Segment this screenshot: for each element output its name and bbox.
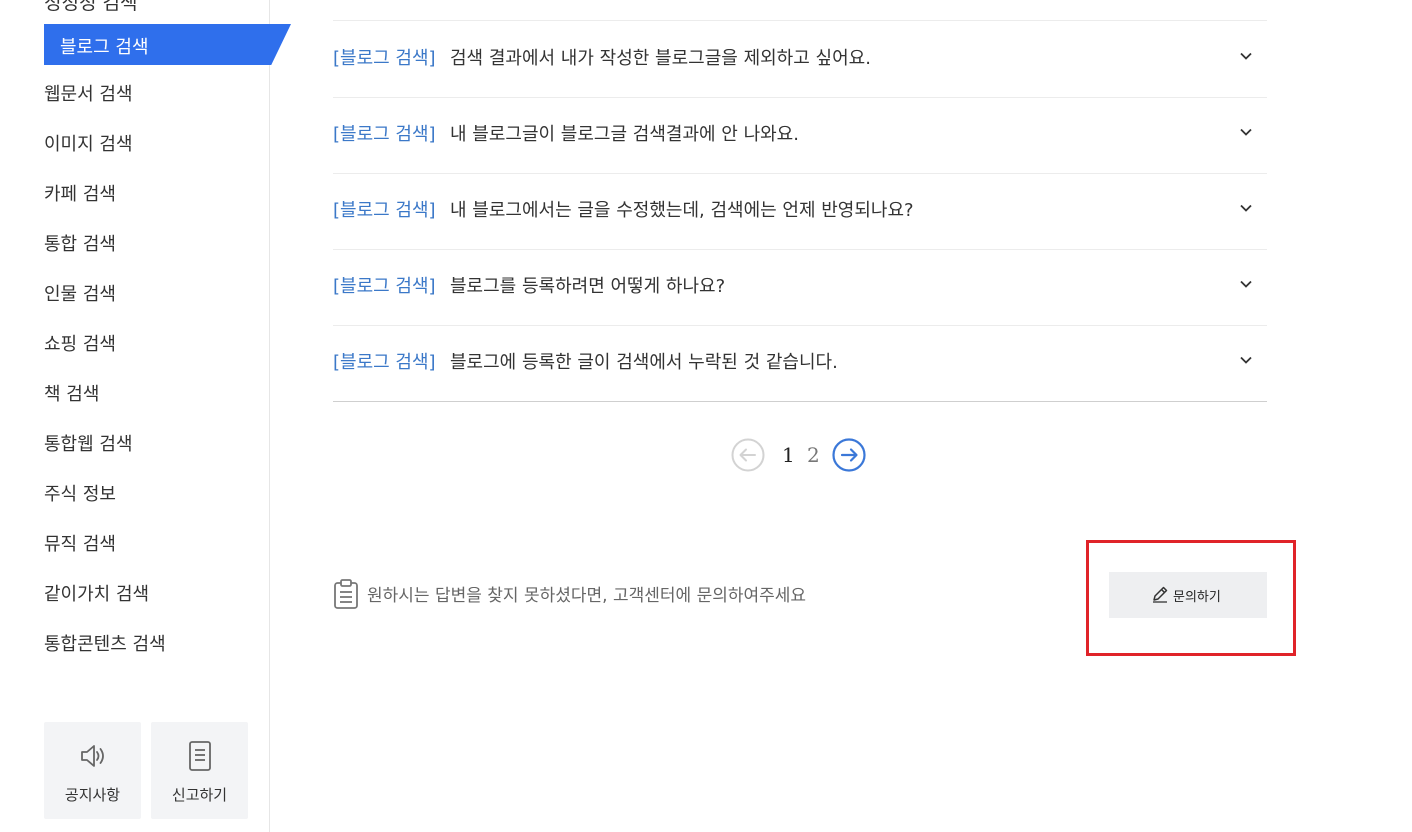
sidebar-list: 웹문서 검색 이미지 검색 카페 검색 통합 검색 인물 검색 쇼핑 검색 책 … [44, 70, 166, 670]
notice-button[interactable]: 공지사항 [44, 722, 141, 819]
faq-question: 내 블로그에서는 글을 수정했는데, 검색에는 언제 반영되나요? [450, 200, 914, 221]
arrow-left-circle-icon[interactable] [731, 438, 765, 472]
highlight-box [1086, 540, 1296, 656]
document-icon [151, 740, 248, 772]
sidebar-item-music[interactable]: 뮤직 검색 [44, 520, 166, 570]
faq-item[interactable]: [블로그 검색] 내 블로그에서는 글을 수정했는데, 검색에는 언제 반영되나… [333, 173, 1267, 250]
sidebar-item-cut[interactable]: 정정정 검색 [44, 0, 137, 15]
chevron-down-icon[interactable] [1239, 200, 1253, 214]
faq-item[interactable]: [블로그 검색] 검색 결과에서 내가 작성한 블로그글을 제외하고 싶어요. [333, 21, 1267, 98]
chevron-down-icon[interactable] [1239, 352, 1253, 366]
sidebar-item-integrated-content[interactable]: 통합콘텐츠 검색 [44, 620, 166, 670]
sidebar-item-web-docs[interactable]: 웹문서 검색 [44, 70, 166, 120]
faq-category: [블로그 검색] [333, 48, 436, 69]
speaker-icon [44, 740, 141, 772]
page-2-link[interactable]: 2 [807, 443, 820, 467]
faq-question: 블로그를 등록하려면 어떻게 하나요? [450, 276, 726, 297]
sidebar-item-books[interactable]: 책 검색 [44, 370, 166, 420]
faq-question: 검색 결과에서 내가 작성한 블로그글을 제외하고 싶어요. [450, 48, 871, 69]
sidebar-item-integrated-web[interactable]: 통합웹 검색 [44, 420, 166, 470]
sidebar: 정정정 검색 블로그 검색 웹문서 검색 이미지 검색 카페 검색 통합 검색 … [0, 0, 291, 832]
faq-item[interactable]: [블로그 검색] 내 블로그글이 블로그글 검색결과에 안 나와요. [333, 97, 1267, 174]
faq-category: [블로그 검색] [333, 200, 436, 221]
report-button[interactable]: 신고하기 [151, 722, 248, 819]
arrow-right-circle-icon[interactable] [832, 438, 866, 472]
page-1-current[interactable]: 1 [782, 443, 795, 467]
notice-label: 공지사항 [64, 786, 121, 804]
sidebar-item-cafe[interactable]: 카페 검색 [44, 170, 166, 220]
sidebar-item-blog-search-active[interactable]: 블로그 검색 [44, 24, 291, 65]
faq-category: [블로그 검색] [333, 352, 436, 373]
faq-question: 내 블로그글이 블로그글 검색결과에 안 나와요. [450, 124, 799, 145]
sidebar-item-together-value[interactable]: 같이가치 검색 [44, 570, 166, 620]
sidebar-item-people[interactable]: 인물 검색 [44, 270, 166, 320]
sidebar-item-integrated[interactable]: 통합 검색 [44, 220, 166, 270]
faq-item[interactable]: [블로그 검색] 블로그에 등록한 글이 검색에서 누락된 것 같습니다. [333, 325, 1267, 402]
faq-category: [블로그 검색] [333, 124, 436, 145]
report-label: 신고하기 [171, 786, 228, 804]
sidebar-item-label: 블로그 검색 [60, 37, 149, 58]
chevron-down-icon[interactable] [1239, 124, 1253, 138]
faq-category: [블로그 검색] [333, 276, 436, 297]
faq-question: 블로그에 등록한 글이 검색에서 누락된 것 같습니다. [450, 352, 838, 373]
faq-item[interactable]: [블로그 검색] 블로그를 등록하려면 어떻게 하나요? [333, 249, 1267, 326]
sidebar-item-shopping[interactable]: 쇼핑 검색 [44, 320, 166, 370]
help-text: 원하시는 답변을 찾지 못하셨다면, 고객센터에 문의하여주세요 [367, 586, 807, 606]
chevron-down-icon[interactable] [1239, 48, 1253, 62]
sidebar-item-stocks[interactable]: 주식 정보 [44, 470, 166, 520]
sidebar-item-images[interactable]: 이미지 검색 [44, 120, 166, 170]
chevron-down-icon[interactable] [1239, 276, 1253, 290]
clipboard-icon [333, 578, 359, 614]
